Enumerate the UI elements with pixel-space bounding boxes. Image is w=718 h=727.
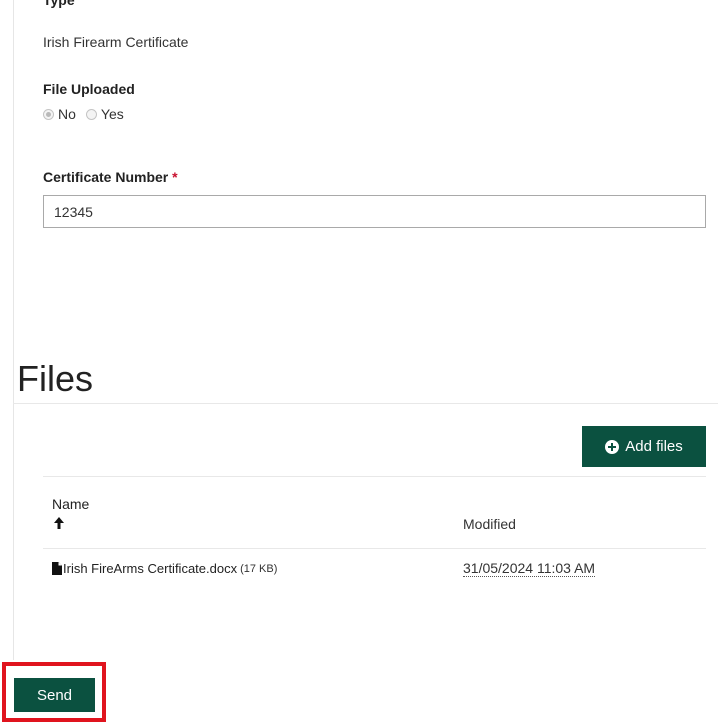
- plus-circle-icon: [605, 439, 620, 454]
- files-divider: [13, 403, 718, 404]
- radio-no[interactable]: [43, 108, 54, 120]
- table-top-divider: [43, 476, 706, 477]
- required-marker: *: [172, 169, 178, 185]
- file-uploaded-radio-group: No Yes: [43, 106, 130, 122]
- sort-ascending-arrow-icon[interactable]: [53, 516, 65, 530]
- table-header-divider: [43, 548, 706, 549]
- send-button[interactable]: Send: [14, 678, 95, 712]
- files-heading: Files: [17, 358, 94, 399]
- radio-yes[interactable]: [85, 108, 97, 120]
- file-name-link[interactable]: Irish FireArms Certificate.docx: [63, 561, 237, 576]
- radio-yes-label: Yes: [100, 106, 124, 122]
- column-header-name[interactable]: Name: [52, 496, 89, 512]
- type-value: Irish Firearm Certificate: [43, 34, 189, 50]
- file-modified-date: 31/05/2024 11:03 AM: [463, 560, 596, 577]
- file-row[interactable]: Irish FireArms Certificate.docx (17 KB): [52, 561, 277, 576]
- column-header-modified[interactable]: Modified: [463, 516, 516, 532]
- add-files-button[interactable]: Add files: [582, 426, 706, 467]
- left-border-line: [13, 0, 14, 660]
- certificate-number-label: Certificate Number *: [43, 169, 178, 185]
- type-label: Type: [43, 0, 75, 8]
- add-files-label: Add files: [625, 438, 683, 455]
- certificate-number-input[interactable]: [43, 195, 706, 228]
- file-size: (17 KB): [240, 562, 278, 575]
- radio-no-label: No: [58, 106, 76, 122]
- certificate-number-label-text: Certificate Number: [43, 169, 169, 185]
- document-icon: [52, 562, 62, 575]
- file-uploaded-label: File Uploaded: [43, 81, 135, 97]
